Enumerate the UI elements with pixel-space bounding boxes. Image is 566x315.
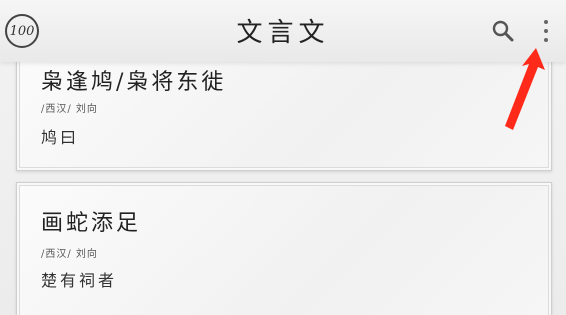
- article-list[interactable]: 枭逢鸠/枭将东徙 /西汉/ 刘向 鸠曰 画蛇添足 /西汉/ 刘向 楚有祠者: [0, 62, 566, 315]
- article-author: /西汉/ 刘向: [41, 249, 98, 260]
- app-window: 100 文言文 枭逢鸠/枭将东徙 /西汉/ 刘向 鸠曰 画蛇添足 /西汉/ 刘向: [0, 0, 566, 315]
- article-title: 画蛇添足: [41, 211, 142, 236]
- app-bar: 100 文言文: [0, 0, 566, 62]
- search-icon: [492, 20, 514, 42]
- article-title: 枭逢鸠/枭将东徙: [41, 70, 227, 95]
- article-card[interactable]: 画蛇添足 /西汉/ 刘向 楚有祠者: [16, 182, 552, 315]
- article-excerpt: 鸠曰: [41, 128, 80, 147]
- page-title: 文言文: [236, 18, 330, 48]
- article-excerpt: 楚有祠者: [41, 271, 118, 290]
- more-options-button[interactable]: [536, 16, 556, 46]
- search-button[interactable]: [490, 18, 516, 44]
- more-vert-icon: [544, 20, 548, 42]
- article-card[interactable]: 枭逢鸠/枭将东徙 /西汉/ 刘向 鸠曰: [16, 62, 552, 171]
- article-author: /西汉/ 刘向: [41, 104, 98, 115]
